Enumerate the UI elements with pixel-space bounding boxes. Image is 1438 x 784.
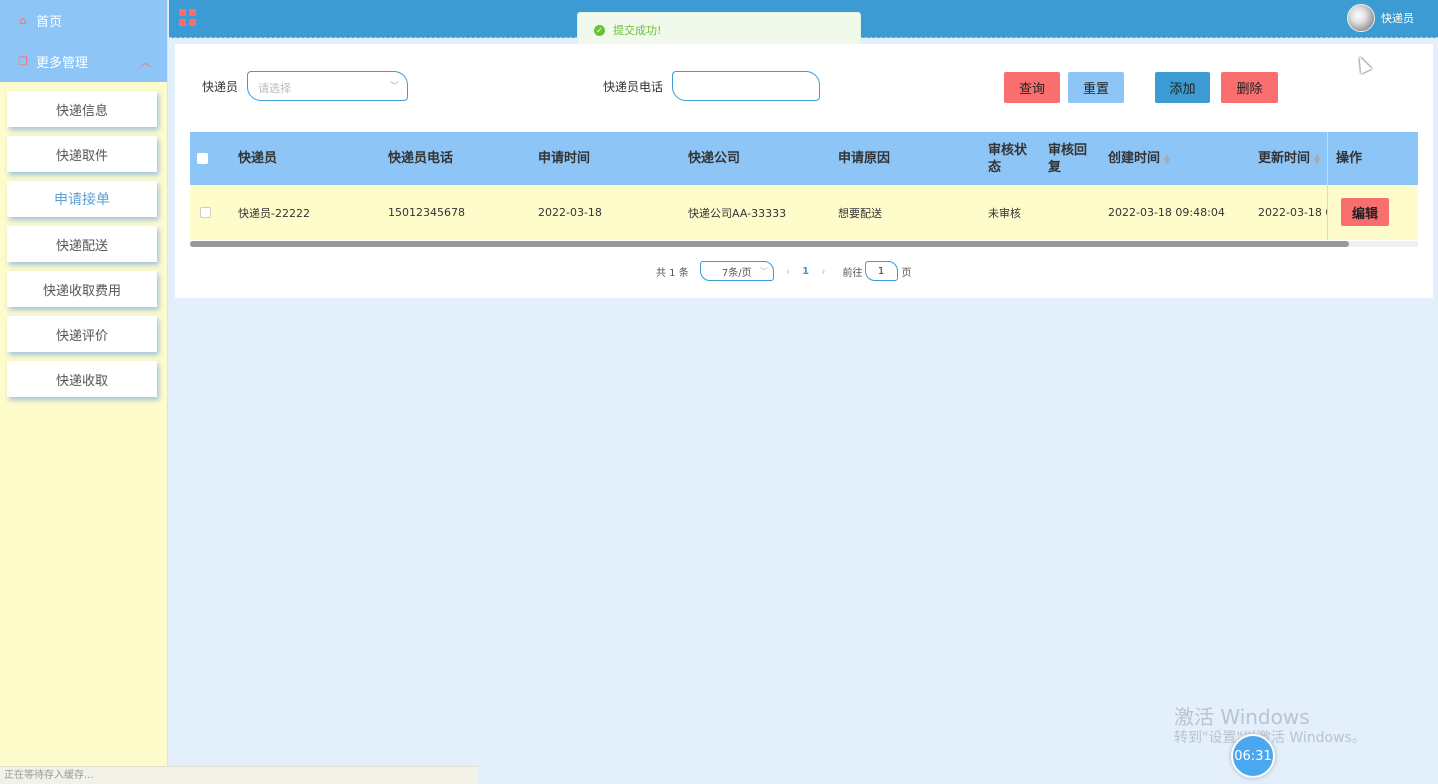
sidebar-top: ⌂ 首页 ❐ 更多管理 ﹀ [0,0,167,82]
page-size-value: 7条/页 [721,267,752,279]
next-page-icon[interactable]: › [821,265,825,278]
table-row: 快递员-22222 15012345678 2022-03-18 快递公司AA-… [190,185,1418,240]
col-phone: 快递员电话 [388,151,454,166]
edit-button[interactable]: 编辑 [1341,198,1389,226]
check-circle-icon: ✓ [594,24,605,36]
menu-home-label: 首页 [36,15,63,30]
chevron-down-icon: ﹀ [759,267,768,276]
phone-input[interactable] [672,71,820,101]
menu-more-management[interactable]: ❐ 更多管理 ﹀ [0,41,167,82]
sidebar-item-pickup[interactable]: 快递取件 [7,136,157,172]
col-status: 审核状态 [988,142,1028,175]
add-button[interactable]: 添加 [1155,72,1210,103]
cell-created: 2022-03-18 09:48:04 [1108,206,1225,219]
horizontal-scrollbar[interactable] [190,241,1418,247]
courier-filter-label: 快递员 [202,80,239,94]
page-size-select[interactable]: 7条/页 ﹀ [699,261,774,281]
col-reply: 审核回复 [1048,142,1088,175]
select-all-checkbox[interactable] [197,132,208,185]
user-menu[interactable]: 快递员 [1347,4,1414,32]
cell-courier: 快递员-22222 [238,206,310,220]
sort-icon[interactable]: ▲ ▼ [1164,152,1170,165]
data-table: 快递员 快递员电话 申请时间 快递公司 申请原因 审核状态 审核回复 创建时间 … [190,132,1418,241]
pagination-total: 共 1 条 [656,267,689,279]
browser-status-bar: 正在等待存入缓存... [0,766,478,784]
home-icon: ⌂ [19,14,27,27]
sidebar-item-fees[interactable]: 快递收取费用 [7,271,157,307]
sidebar-item-collect[interactable]: 快递收取 [7,361,157,397]
cell-apply-time: 2022-03-18 [538,206,602,219]
cell-phone: 15012345678 [388,206,465,219]
sort-icon[interactable]: ▲ ▼ [1314,152,1320,165]
goto-label: 前往 [842,267,863,279]
menu-group-label: 更多管理 [36,56,89,71]
col-created[interactable]: 创建时间 ▲ ▼ [1108,132,1170,185]
cell-status: 未审核 [988,206,1021,220]
clock-widget[interactable]: 06:31 [1231,734,1275,778]
ops-column: 操作 编辑 [1327,132,1418,240]
cell-company: 快递公司AA-33333 [688,206,787,220]
courier-select-placeholder: 请选择 [258,82,291,95]
chevron-down-icon: ﹀ [389,82,399,92]
phone-filter-label: 快递员电话 [603,80,664,94]
table-header: 快递员 快递员电话 申请时间 快递公司 申请原因 审核状态 审核回复 创建时间 … [190,132,1418,185]
scrollbar-thumb[interactable] [190,241,1349,247]
reset-button[interactable]: 重置 [1068,72,1124,103]
col-created-label: 创建时间 [1108,151,1161,166]
copy-icon: ❐ [18,55,28,68]
goto-page-input[interactable]: 1 [864,261,898,281]
col-actions: 操作 [1336,151,1363,166]
query-button[interactable]: 查询 [1004,72,1060,103]
toast-message: 提交成功! [613,24,662,37]
col-updated[interactable]: 更新时间 ▲ ▼ [1258,132,1320,185]
activation-watermark-title: 激活 Windows [1174,705,1310,729]
menu-home[interactable]: ⌂ 首页 [0,0,167,41]
pagination: 共 1 条 7条/页 ﹀ ‹ 1 › 前往 1 页 [656,260,912,282]
courier-select[interactable]: 请选择 ﹀ [247,71,408,101]
sidebar-item-apply-order[interactable]: 申请接单 [7,181,157,217]
col-company: 快递公司 [688,151,741,166]
submenu-list: 快递信息 快递取件 申请接单 快递配送 快递收取费用 快递评价 快递收取 [0,82,167,397]
col-apply-time: 申请时间 [538,151,591,166]
user-name: 快递员 [1381,12,1414,25]
sidebar-item-delivery[interactable]: 快递配送 [7,226,157,262]
chevron-up-icon: ﹀ [140,54,151,68]
menu-grid-icon[interactable] [179,9,196,26]
delete-button[interactable]: 删除 [1221,72,1278,103]
sidebar-item-reviews[interactable]: 快递评价 [7,316,157,352]
sidebar: ⌂ 首页 ❐ 更多管理 ﹀ 快递信息 快递取件 申请接单 快递配送 快递收取费用… [0,0,168,784]
col-updated-label: 更新时间 [1258,151,1311,166]
success-toast: ✓ 提交成功! [577,12,861,48]
sidebar-item-express-info[interactable]: 快递信息 [7,91,157,127]
page-suffix: 页 [901,267,912,279]
page-number[interactable]: 1 [802,266,809,277]
avatar[interactable] [1347,4,1375,32]
cell-reason: 想要配送 [838,206,882,220]
row-checkbox[interactable] [200,185,211,240]
col-courier: 快递员 [238,151,278,166]
col-reason: 申请原因 [838,151,891,166]
main-panel: 快递员 请选择 ﹀ 快递员电话 查询 重置 添加 删除 快递员 快递员电话 申请… [175,44,1433,298]
prev-page-icon[interactable]: ‹ [786,265,790,278]
